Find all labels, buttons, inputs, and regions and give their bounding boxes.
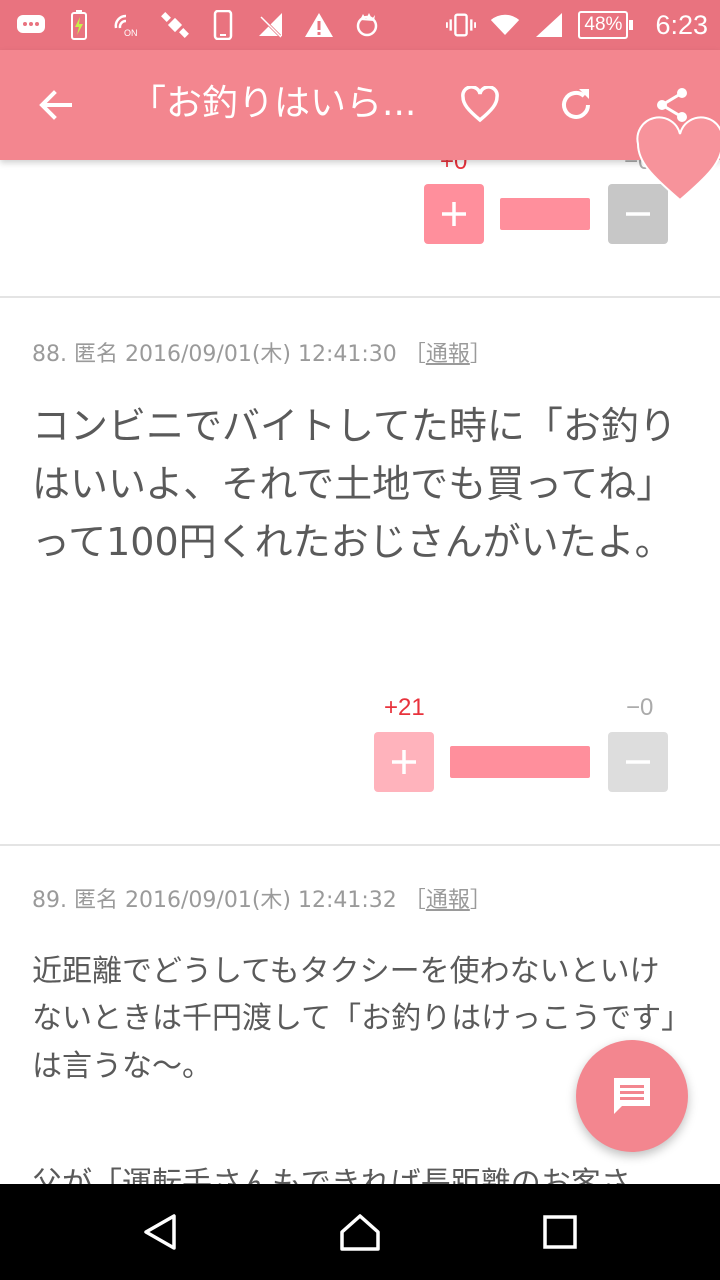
report-bracket-close: ］	[469, 888, 492, 913]
triangle-back-icon	[144, 1214, 176, 1250]
heart-decoration-icon	[632, 112, 720, 208]
square-recents-icon	[543, 1215, 577, 1249]
report-link[interactable]: 通報	[426, 888, 470, 913]
report-bracket-close: ］	[469, 342, 492, 367]
comment-number: 89.	[32, 888, 67, 913]
report-link[interactable]: 通報	[426, 342, 470, 367]
svg-text:ON: ON	[124, 28, 138, 38]
plus-icon	[392, 750, 416, 774]
battery-indicator: 48%	[578, 11, 634, 39]
navigation-bar	[0, 1184, 720, 1280]
wifi-icon	[490, 10, 520, 40]
vibrate-icon	[446, 10, 477, 40]
phone-icon	[208, 10, 238, 40]
minus-vote-button[interactable]	[608, 732, 668, 792]
satellite-icon	[160, 10, 190, 40]
favorite-button[interactable]	[450, 75, 510, 135]
plus-count: +21	[384, 694, 425, 721]
report-bracket-open: ［	[403, 342, 426, 367]
warning-icon	[304, 10, 334, 40]
comment-meta: 89. 匿名 2016/09/01(木) 12:41:32 ［通報］	[32, 882, 492, 914]
app-bar: 「お釣りはいら...	[0, 50, 720, 160]
comment-divider	[0, 296, 720, 298]
plus-count: +0	[440, 160, 468, 175]
status-bar: ON 48% 6:23	[0, 0, 720, 50]
battery-percent: 48%	[578, 11, 629, 39]
vote-ratio-fill	[450, 746, 590, 778]
back-button[interactable]	[26, 75, 86, 135]
vote-ratio-fill	[500, 198, 590, 230]
home-icon	[340, 1214, 380, 1251]
heart-outline-icon	[461, 86, 499, 123]
app-notification-icon	[352, 10, 382, 40]
clock: 6:23	[655, 9, 708, 40]
nfc-on-icon: ON	[112, 10, 142, 40]
refresh-button[interactable]	[546, 75, 606, 135]
chat-icon	[614, 1078, 650, 1114]
battery-nub	[629, 20, 634, 30]
comment-list[interactable]: +0 −0 88. 匿名 2016/09/01(木) 12:41:30 ［通報］…	[0, 160, 720, 1184]
refresh-icon	[562, 89, 590, 119]
comment-text-continued: 父が「運転手さんもできれば長距離のお客さ	[32, 1166, 631, 1184]
plus-icon	[442, 202, 466, 226]
page-title: 「お釣りはいら...	[130, 83, 417, 124]
plus-vote-button[interactable]	[424, 184, 484, 244]
vote-ratio-bar	[450, 746, 590, 778]
minus-count: −0	[626, 694, 654, 721]
vote-ratio-bar	[500, 198, 590, 230]
comment-meta: 88. 匿名 2016/09/01(木) 12:41:30 ［通報］	[32, 336, 492, 368]
minus-icon	[626, 760, 650, 764]
nav-recents-button[interactable]	[520, 1192, 600, 1272]
report-bracket-open: ［	[403, 888, 426, 913]
plus-vote-button[interactable]	[374, 732, 434, 792]
comment-author: 匿名	[74, 888, 119, 913]
cell-signal-icon	[534, 10, 564, 40]
comment-button[interactable]	[576, 1040, 688, 1152]
message-icon	[16, 10, 46, 40]
comment-date: 2016/09/01(木) 12:41:32	[125, 888, 397, 913]
nav-home-button[interactable]	[320, 1192, 400, 1272]
comment-author: 匿名	[74, 342, 119, 367]
signal-blocked-icon	[256, 10, 286, 40]
comment-divider	[0, 844, 720, 846]
nav-back-button[interactable]	[120, 1192, 200, 1272]
battery-charging-icon	[64, 10, 94, 40]
comment-date: 2016/09/01(木) 12:41:30	[125, 342, 397, 367]
arrow-left-icon	[39, 90, 72, 120]
comment-number: 88.	[32, 342, 67, 367]
comment-text: コンビニでバイトしてた時に「お釣りはいいよ、それで土地でも買ってね」って100円…	[32, 404, 677, 564]
